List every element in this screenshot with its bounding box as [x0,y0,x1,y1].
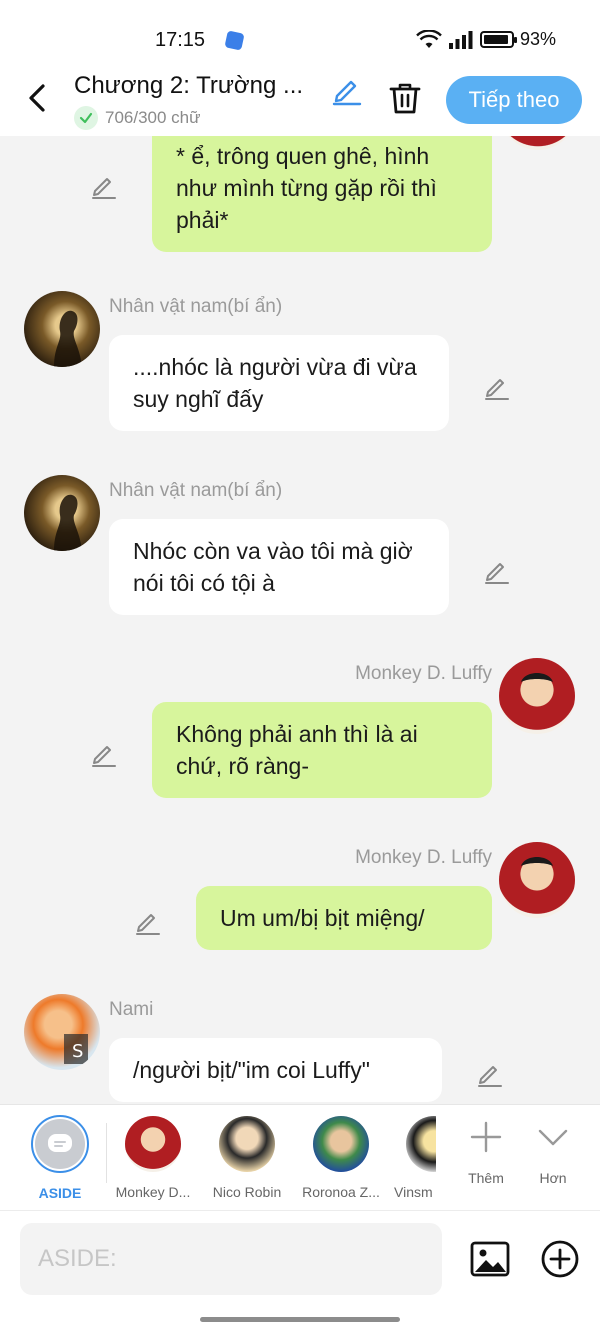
trash-icon[interactable] [388,80,422,116]
chapter-header: Chương 2: Trường ... 706/300 chữ Tiếp th… [0,70,600,136]
edit-message-icon[interactable] [90,739,118,767]
avatar-vinsmoke [406,1116,436,1172]
character-label: Vinsm [394,1184,433,1200]
edit-message-icon[interactable] [134,907,162,935]
status-indicators: 93% [416,29,556,50]
sender-name: Monkey D. Luffy [355,663,492,684]
message-bubble[interactable]: /người bịt/"im coi Luffy" [109,1038,442,1102]
message-bubble[interactable]: ....nhóc là người vừa đi vừa suy nghĩ đấ… [109,335,449,431]
next-button[interactable]: Tiếp theo [446,76,582,124]
add-circle-icon[interactable] [540,1239,580,1279]
message-bubble[interactable]: Um um/bị bịt miệng/ [196,886,492,950]
status-bar: 17:15 93% [0,0,600,70]
sender-name: Nami [109,999,154,1020]
chapter-title[interactable]: Chương 2: Trường ... [74,72,324,100]
sender-name: Nhân vật nam(bí ẩn) [109,480,283,501]
status-time: 17:15 [155,29,206,51]
edit-message-icon[interactable] [90,171,118,199]
chat-message: Monkey D. Luffy Không phải anh thì là ai… [0,658,600,803]
chat-bubble-icon [48,1134,72,1152]
aside-avatar [31,1115,89,1173]
check-circle-icon [74,106,98,130]
character-aside[interactable]: ASIDE [15,1113,105,1201]
battery-icon [479,31,517,48]
avatar-luffy[interactable] [499,842,575,918]
signal-icon [448,30,473,49]
character-option[interactable]: Roronoa Z... [296,1113,386,1200]
more-button[interactable]: Hơn [523,1119,583,1186]
app-notification-icon [224,30,245,51]
avatar-luffy[interactable] [500,136,576,150]
character-selector: ASIDE Monkey D... Nico Robin Roronoa Z..… [0,1104,600,1210]
wifi-icon [416,29,442,48]
avatar-nico-robin [219,1116,275,1172]
edit-message-icon[interactable] [476,1059,504,1087]
character-label: Nico Robin [212,1184,282,1200]
avatar-roronoa-zoro [313,1116,369,1172]
character-option[interactable]: Monkey D... [108,1113,198,1200]
chat-message: Nhân vật nam(bí ẩn) ....nhóc là người vừ… [0,291,600,436]
avatar-mystery-man[interactable] [24,291,100,367]
avatar-nami[interactable]: S [24,994,100,1070]
add-character-button[interactable]: Thêm [456,1119,516,1186]
chat-message: Nhân vật nam(bí ẩn) Nhóc còn va vào tôi … [0,475,600,620]
chevron-down-icon [538,1129,568,1146]
message-bubble[interactable]: * ể, trông quen ghê, hình như mình từng … [152,136,492,252]
word-count-row: 706/300 chữ [74,106,201,130]
edit-title-icon[interactable] [330,72,364,106]
divider [106,1123,107,1183]
character-label: ASIDE [38,1185,82,1201]
avatar-mystery-man[interactable] [24,475,100,551]
character-label: Roronoa Z... [302,1184,380,1200]
svg-text:S: S [72,1041,83,1062]
sender-name: Nhân vật nam(bí ẩn) [109,296,283,317]
chat-message: Monkey D. Luffy Um um/bị bịt miệng/ [0,842,600,957]
sender-name: Monkey D. Luffy [355,847,492,868]
add-label: Thêm [468,1170,504,1186]
more-label: Hơn [539,1170,567,1186]
home-indicator[interactable] [200,1317,400,1322]
image-icon[interactable] [470,1239,510,1279]
back-icon[interactable] [22,80,54,116]
message-bubble[interactable]: Nhóc còn va vào tôi mà giờ nói tôi có tộ… [109,519,449,615]
avatar-luffy[interactable] [499,658,575,734]
chat-message: S Nami /người bịt/"im coi Luffy" [0,994,600,1104]
chat-area[interactable]: * ể, trông quen ghê, hình như mình từng … [0,136,600,1104]
plus-icon [470,1121,502,1153]
word-count: 706/300 chữ [105,108,201,127]
message-bubble[interactable]: Không phải anh thì là ai chứ, rõ ràng- [152,702,492,798]
character-option[interactable]: Vinsm [390,1113,436,1200]
edit-message-icon[interactable] [483,372,511,400]
character-label: Monkey D... [115,1184,191,1200]
input-bar [0,1210,600,1333]
character-option[interactable]: Nico Robin [202,1113,292,1200]
message-input[interactable] [20,1223,442,1295]
avatar-luffy [125,1116,181,1172]
edit-message-icon[interactable] [483,556,511,584]
chat-message: * ể, trông quen ghê, hình như mình từng … [0,136,600,256]
battery-percent: 93% [519,29,556,49]
